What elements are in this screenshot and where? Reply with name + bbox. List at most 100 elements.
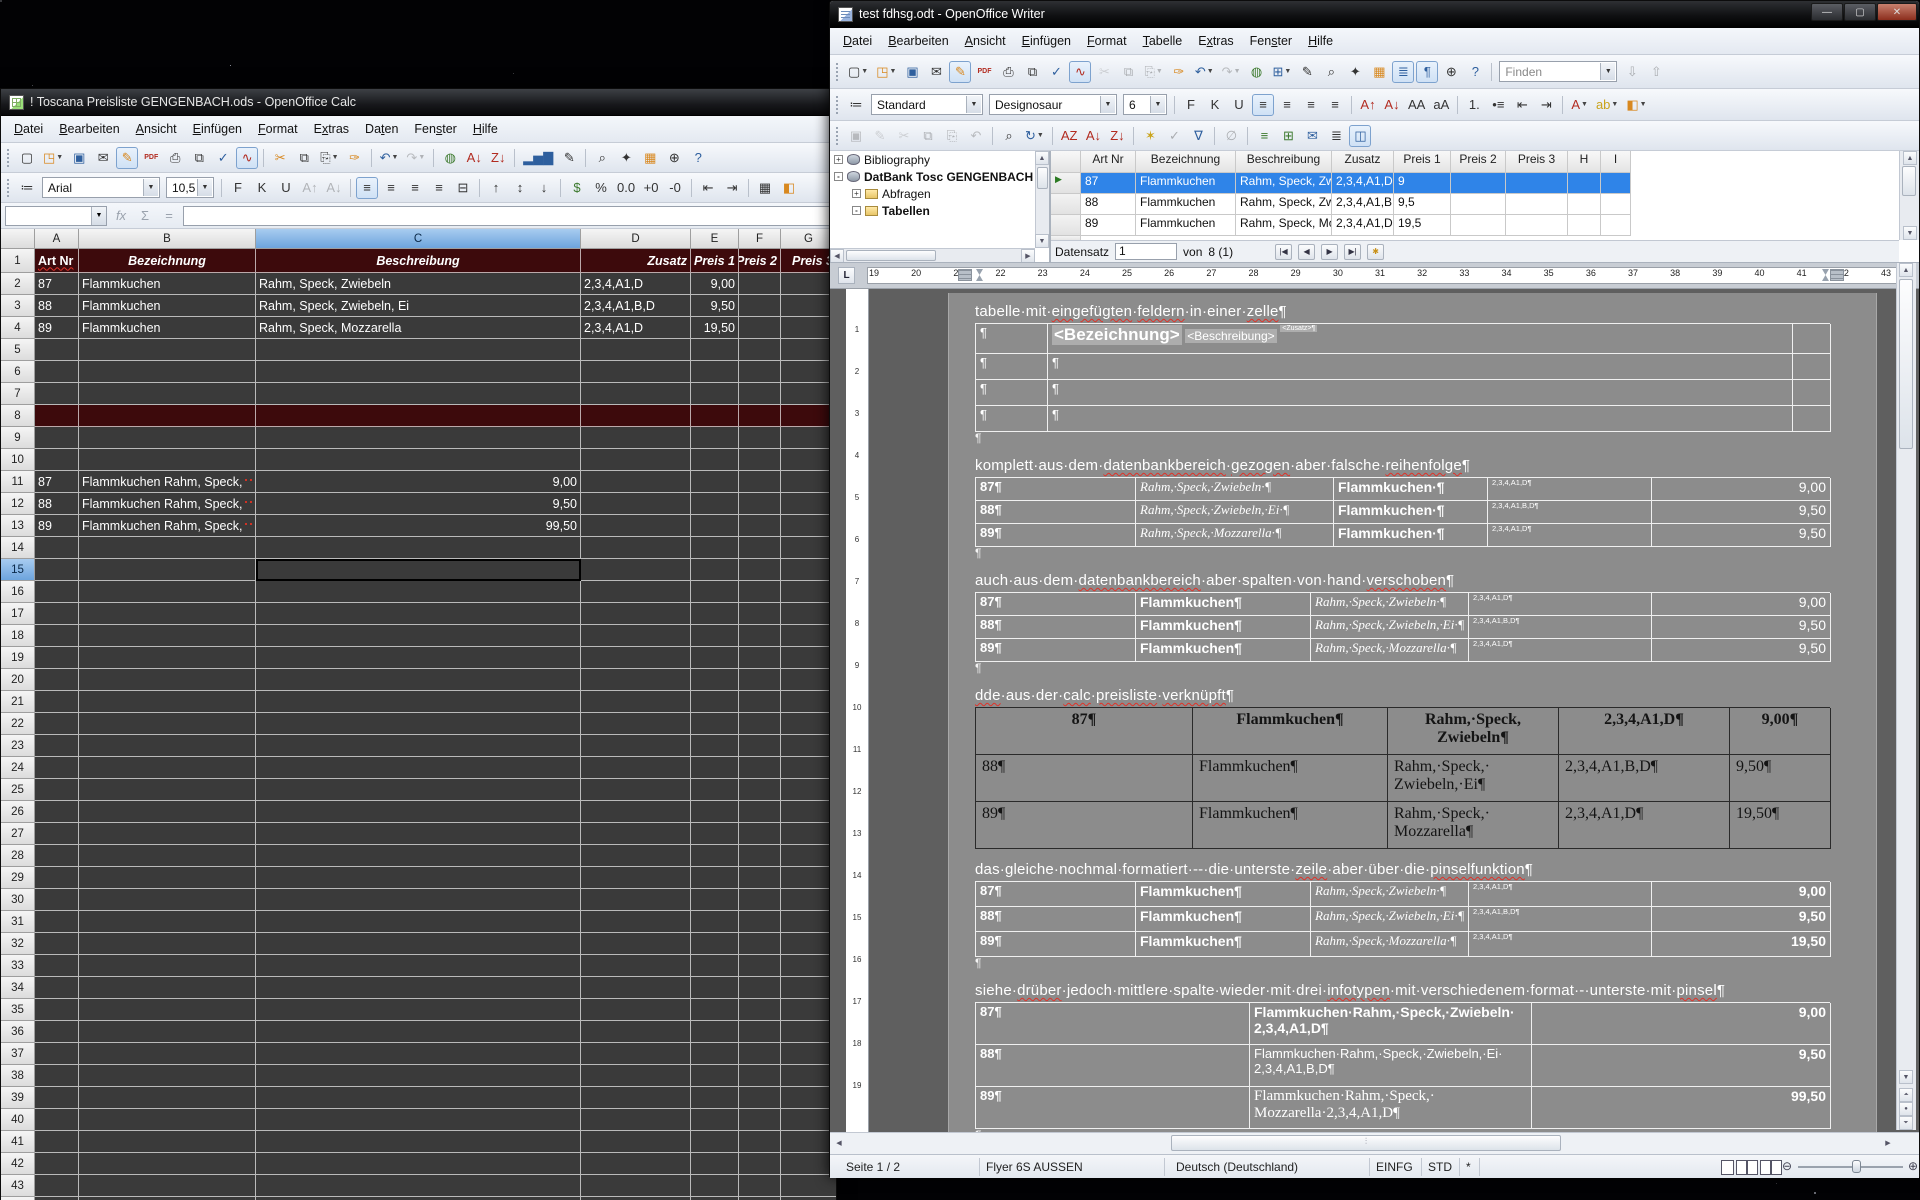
- book-view-icon[interactable]: [1760, 1160, 1782, 1175]
- italic-icon[interactable]: K: [1204, 94, 1226, 116]
- cell-E34[interactable]: [691, 977, 739, 999]
- scroll-left-icon[interactable]: ◀: [832, 1136, 846, 1150]
- cell-F41[interactable]: [739, 1131, 781, 1153]
- tree-item-datbank-tosc-gengenbach[interactable]: -DatBank Tosc GENGENBACH: [830, 168, 1049, 185]
- cell-B37[interactable]: [79, 1043, 256, 1065]
- cell-F43[interactable]: [739, 1175, 781, 1197]
- function-wizard-icon[interactable]: fx: [111, 208, 131, 223]
- ds-cell[interactable]: [1601, 215, 1631, 236]
- row-header-41[interactable]: 41: [1, 1131, 35, 1153]
- cell-D14[interactable]: [581, 537, 691, 559]
- ds-cell[interactable]: Rahm, Speck, Zwi: [1236, 173, 1332, 194]
- tree-hscroll-thumb[interactable]: [846, 250, 936, 261]
- cell-G37[interactable]: [781, 1043, 836, 1065]
- menu-ansicht[interactable]: Ansicht: [958, 31, 1013, 51]
- cell-D20[interactable]: [581, 669, 691, 691]
- single-page-view-icon[interactable]: [1721, 1160, 1734, 1175]
- cell-A11[interactable]: 87: [35, 471, 79, 493]
- reset-filter-icon[interactable]: ∅: [1220, 125, 1242, 147]
- cell-D3[interactable]: 2,3,4,A1,B,D: [581, 295, 691, 317]
- cell-D42[interactable]: [581, 1153, 691, 1175]
- cell-A22[interactable]: [35, 713, 79, 735]
- cell-F6[interactable]: [739, 361, 781, 383]
- zoom-icon[interactable]: ⊕: [1440, 61, 1462, 83]
- calc-sheet-grid[interactable]: ABCDEFG1Art NrBezeichnungBeschreibungZus…: [1, 229, 836, 1200]
- cell-D5[interactable]: [581, 339, 691, 361]
- cell-D43[interactable]: [581, 1175, 691, 1197]
- page-preview-icon[interactable]: ⧉: [188, 147, 210, 169]
- cell-B21[interactable]: [79, 691, 256, 713]
- calc-window[interactable]: ! Toscana Preisliste GENGENBACH.ods - Op…: [0, 88, 837, 1200]
- row-header-23[interactable]: 23: [1, 735, 35, 757]
- cell-B42[interactable]: [79, 1153, 256, 1175]
- cell-C20[interactable]: [256, 669, 581, 691]
- cell-B36[interactable]: [79, 1021, 256, 1043]
- cell-A21[interactable]: [35, 691, 79, 713]
- collapse-icon[interactable]: -: [834, 172, 843, 181]
- cell-B29[interactable]: [79, 867, 256, 889]
- cell-cursor[interactable]: [256, 559, 581, 581]
- cell-A10[interactable]: [35, 449, 79, 471]
- ds-row-selector[interactable]: ▶: [1051, 173, 1081, 194]
- cell-D25[interactable]: [581, 779, 691, 801]
- ds-cell[interactable]: [1506, 215, 1568, 236]
- row-header-33[interactable]: 33: [1, 955, 35, 977]
- redo-icon[interactable]: ↷▼: [1219, 61, 1244, 83]
- menu-hilfe[interactable]: Hilfe: [466, 119, 505, 139]
- vertical-ruler[interactable]: 12345678910111213141516171819: [846, 289, 869, 1132]
- column-header-G[interactable]: G: [781, 229, 836, 249]
- cell-E28[interactable]: [691, 845, 739, 867]
- cell-B32[interactable]: [79, 933, 256, 955]
- print-icon[interactable]: ⎙: [164, 147, 186, 169]
- cell-C31[interactable]: [256, 911, 581, 933]
- find-replace-icon[interactable]: ⌕: [1320, 61, 1342, 83]
- cell-B31[interactable]: [79, 911, 256, 933]
- valign-bottom-icon[interactable]: ↓: [533, 177, 555, 199]
- cell-F32[interactable]: [739, 933, 781, 955]
- draw-functions-icon[interactable]: ✎: [558, 147, 580, 169]
- cell-D32[interactable]: [581, 933, 691, 955]
- ds-cell[interactable]: [1451, 173, 1506, 194]
- cell-B8[interactable]: [79, 405, 256, 427]
- row-header-14[interactable]: 14: [1, 537, 35, 559]
- scroll-down-icon[interactable]: ▼: [1899, 1070, 1913, 1084]
- cell-A32[interactable]: [35, 933, 79, 955]
- row-header-5[interactable]: 5: [1, 339, 35, 361]
- row-header-13[interactable]: 13: [1, 515, 35, 537]
- cell-A24[interactable]: [35, 757, 79, 779]
- cell-G5[interactable]: [781, 339, 836, 361]
- find-record-icon[interactable]: ⌕: [998, 125, 1020, 147]
- cell-B33[interactable]: [79, 955, 256, 977]
- cell-G38[interactable]: [781, 1065, 836, 1087]
- undo-icon[interactable]: ↶▼: [1192, 61, 1217, 83]
- cell-C23[interactable]: [256, 735, 581, 757]
- cell-C34[interactable]: [256, 977, 581, 999]
- toolbar-grip[interactable]: [836, 127, 841, 145]
- cell-F28[interactable]: [739, 845, 781, 867]
- cell-G11[interactable]: [781, 471, 836, 493]
- align-left-icon[interactable]: ≡: [356, 177, 378, 199]
- row-header-19[interactable]: 19: [1, 647, 35, 669]
- find-replace-icon[interactable]: ⌕: [591, 147, 613, 169]
- cell-E27[interactable]: [691, 823, 739, 845]
- cell-D8[interactable]: [581, 405, 691, 427]
- cell-D29[interactable]: [581, 867, 691, 889]
- row-header-15[interactable]: 15: [1, 559, 35, 581]
- cell-D23[interactable]: [581, 735, 691, 757]
- data-source-tree[interactable]: +Bibliography-DatBank Tosc GENGENBACH+Ab…: [830, 151, 1051, 262]
- cell-G31[interactable]: [781, 911, 836, 933]
- maximize-button[interactable]: ▢: [1844, 3, 1876, 21]
- cell-A15[interactable]: [35, 559, 79, 581]
- navigator-icon[interactable]: ✦: [615, 147, 637, 169]
- cell-B30[interactable]: [79, 889, 256, 911]
- ds-row-selector[interactable]: [1051, 194, 1081, 215]
- cell-F21[interactable]: [739, 691, 781, 713]
- cell-F19[interactable]: [739, 647, 781, 669]
- cell-C32[interactable]: [256, 933, 581, 955]
- cell-A36[interactable]: [35, 1021, 79, 1043]
- cell-C19[interactable]: [256, 647, 581, 669]
- ds-col-preis-1[interactable]: Preis 1: [1394, 151, 1451, 173]
- cell-C5[interactable]: [256, 339, 581, 361]
- cell-D9[interactable]: [581, 427, 691, 449]
- table-icon[interactable]: ⊞▼: [1270, 61, 1295, 83]
